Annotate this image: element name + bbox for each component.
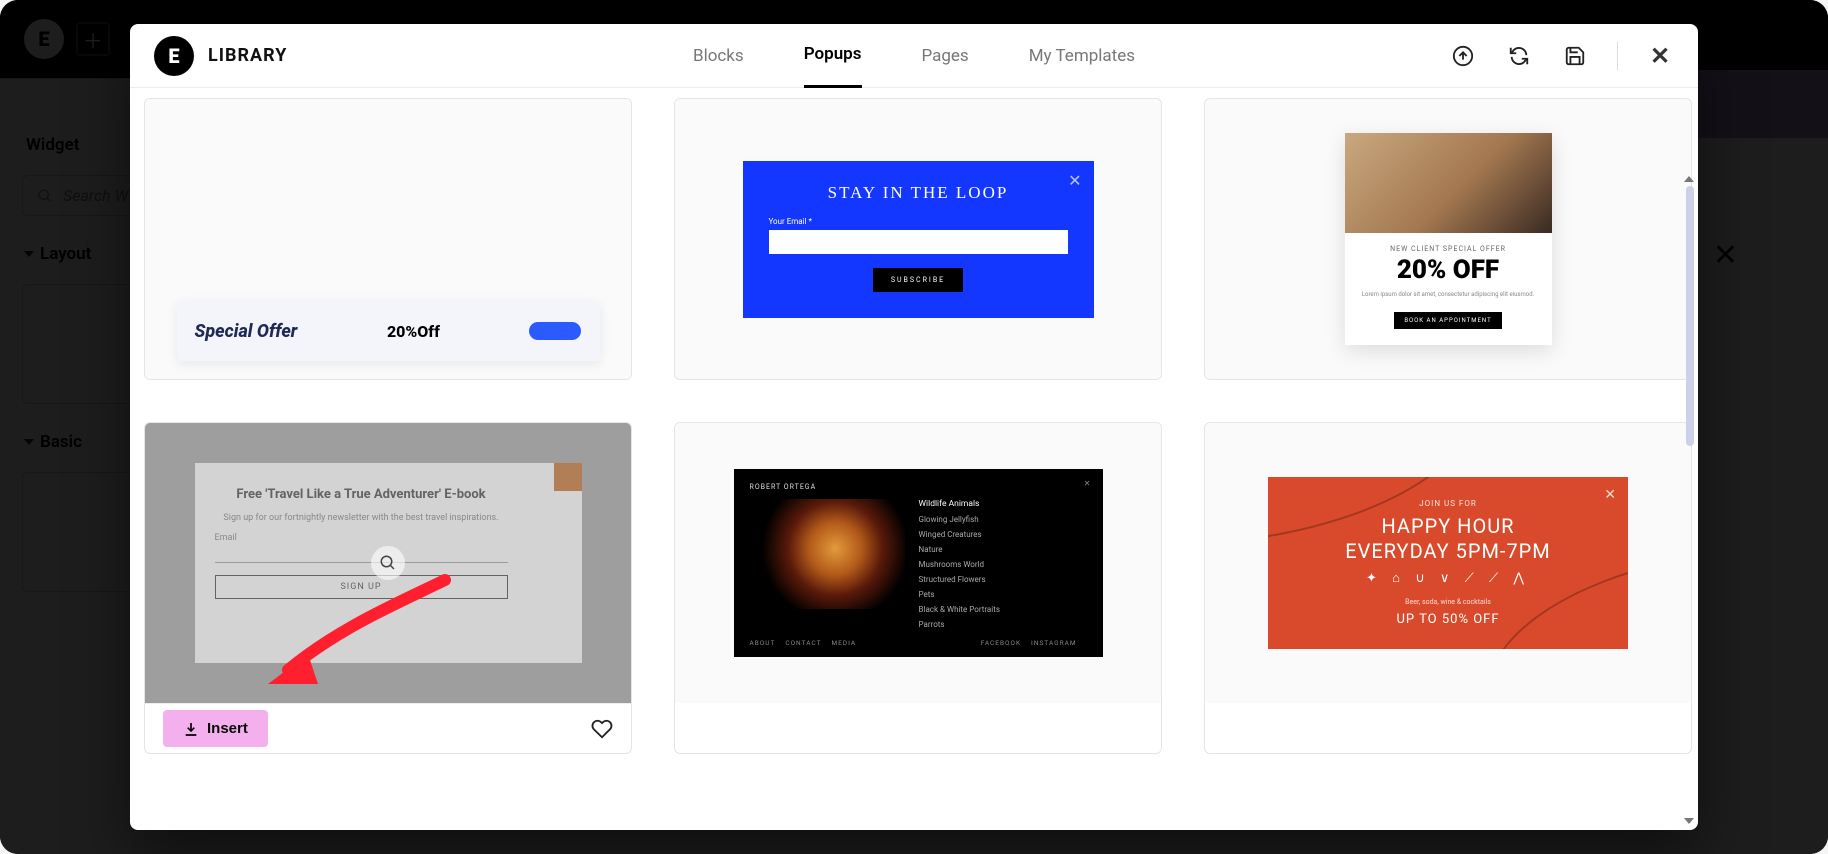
- thumb-text: HAPPY HOUREVERYDAY 5PM-7PM: [1288, 514, 1608, 564]
- thumb-close-icon: ✕: [1068, 171, 1081, 190]
- thumb-text: Your Email *: [769, 217, 1068, 226]
- thumb-text: ROBERT ORTEGA: [750, 483, 1087, 491]
- thumb-input: [215, 545, 508, 563]
- insert-template-button[interactable]: Insert: [163, 710, 268, 747]
- favorite-button[interactable]: [591, 718, 613, 740]
- tab-popups[interactable]: Popups: [804, 24, 862, 88]
- thumb-text: Mushrooms World: [919, 560, 1087, 569]
- template-card-happy-hour[interactable]: ✕ JOIN US FOR HAPPY HOUREVERYDAY 5PM-7PM…: [1204, 422, 1692, 754]
- tab-blocks[interactable]: Blocks: [693, 24, 744, 88]
- thumb-text: 20%Off: [387, 322, 440, 341]
- thumb-input: [769, 230, 1068, 254]
- thumb-button: BOOK AN APPOINTMENT: [1394, 312, 1501, 329]
- close-icon: ✕: [1650, 42, 1670, 70]
- tab-my-templates[interactable]: My Templates: [1029, 24, 1135, 88]
- library-tabs: Blocks Popups Pages My Templates: [693, 24, 1135, 88]
- thumb-text: Beer, soda, wine & cocktails: [1288, 598, 1608, 606]
- heart-icon: [591, 718, 613, 740]
- library-body[interactable]: Special Offer 20%Off ✕ STAY IN THE LOOP …: [130, 88, 1698, 830]
- template-card-wildlife[interactable]: ✕ ROBERT ORTEGA Wildlife Animals Glowing…: [674, 422, 1162, 754]
- download-icon: [183, 721, 199, 737]
- thumb-image: [750, 499, 905, 609]
- upload-icon[interactable]: [1449, 42, 1477, 70]
- thumb-text: Sign up for our fortnightly newsletter w…: [215, 513, 508, 523]
- library-title: LIBRARY: [208, 45, 287, 66]
- template-card-20-off[interactable]: NEW CLIENT SPECIAL OFFER 20% OFF Lorem i…: [1204, 98, 1692, 380]
- thumb-text: NEW CLIENT SPECIAL OFFER: [1353, 245, 1544, 253]
- thumb-close-icon: ✕: [1084, 479, 1091, 488]
- scroll-down-icon[interactable]: [1684, 818, 1694, 824]
- thumb-text: Glowing Jellyfish: [919, 515, 1087, 524]
- save-icon[interactable]: [1561, 42, 1589, 70]
- thumb-image: [1345, 133, 1552, 233]
- scrollbar-thumb[interactable]: [1686, 186, 1694, 446]
- tab-pages[interactable]: Pages: [921, 24, 968, 88]
- thumb-text: JOIN US FOR: [1288, 499, 1608, 508]
- thumb-close-icon: [554, 463, 582, 491]
- sync-icon[interactable]: [1505, 42, 1533, 70]
- thumb-text: Winged Creatures: [919, 530, 1087, 539]
- thumb-text: Lorem ipsum dolor sit amet, consectetur …: [1353, 291, 1544, 299]
- template-card-special-offer[interactable]: Special Offer 20%Off: [144, 98, 632, 380]
- thumb-button: [529, 322, 581, 340]
- thumb-text: STAY IN THE LOOP: [769, 183, 1068, 203]
- thumb-text: Parrots: [919, 620, 1087, 629]
- template-card-travel-ebook[interactable]: Free 'Travel Like a True Adventurer' E-b…: [144, 422, 632, 754]
- close-modal-button[interactable]: ✕: [1646, 42, 1674, 70]
- thumb-button: SUBSCRIBE: [873, 268, 963, 292]
- thumb-text: Free 'Travel Like a True Adventurer' E-b…: [215, 487, 508, 503]
- thumb-text: Structured Flowers: [919, 575, 1087, 584]
- thumb-text: Email: [215, 533, 508, 543]
- thumb-text: Wildlife Animals: [919, 499, 1087, 509]
- thumb-button: SIGN UP: [215, 575, 508, 599]
- thumb-text: Special Offer: [195, 321, 298, 342]
- zoom-preview-icon[interactable]: [371, 546, 405, 580]
- thumb-text: Black & White Portraits: [919, 605, 1087, 614]
- header-divider: [1617, 42, 1618, 70]
- thumb-text: ✦ ⌂ ∪ ∨ ⟋ ⟋ ⋀: [1288, 570, 1608, 586]
- template-card-stay-in-loop[interactable]: ✕ STAY IN THE LOOP Your Email * SUBSCRIB…: [674, 98, 1162, 380]
- modal-header: E LIBRARY Blocks Popups Pages My Templat…: [130, 24, 1698, 88]
- thumb-text: 20% OFF: [1353, 255, 1544, 285]
- library-modal: E LIBRARY Blocks Popups Pages My Templat…: [130, 24, 1698, 830]
- thumb-text: Pets: [919, 590, 1087, 599]
- scroll-up-icon[interactable]: [1684, 176, 1694, 182]
- library-logo-icon: E: [154, 36, 194, 76]
- thumb-text: Nature: [919, 545, 1087, 554]
